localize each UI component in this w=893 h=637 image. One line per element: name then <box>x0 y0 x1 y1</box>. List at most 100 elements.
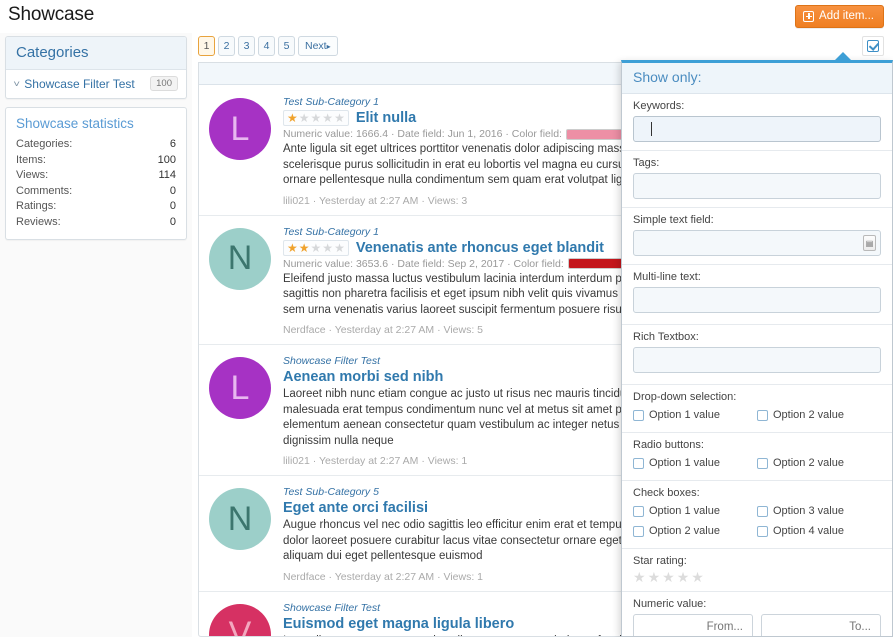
page-button-5[interactable]: 5 <box>278 36 295 56</box>
checkbox-checked-icon-button[interactable] <box>862 36 884 56</box>
option-label: Option 1 value <box>649 505 720 517</box>
filter-group-tags: Tags: <box>622 151 892 208</box>
item-numeric-field: Numeric value: 3653.6 · Date field: Sep … <box>283 257 564 270</box>
simple-text-input[interactable] <box>633 230 881 256</box>
multiline-input[interactable] <box>633 287 881 313</box>
list-picker-icon[interactable]: ▤ <box>863 235 876 251</box>
page-button-4[interactable]: 4 <box>258 36 275 56</box>
star-icon[interactable]: ★ <box>648 570 661 584</box>
stat-row: Items: 100 <box>16 153 176 169</box>
star-icon: ★ <box>310 240 322 255</box>
next-label: Next <box>305 40 327 52</box>
item-title[interactable]: Venenatis ante rhoncus eget blandit <box>356 240 604 256</box>
numeric-from-input[interactable] <box>633 614 753 636</box>
tags-input[interactable] <box>633 173 881 199</box>
checkboxes-label: Check boxes: <box>633 487 700 499</box>
checkbox-icon[interactable] <box>757 506 768 517</box>
chevron-down-icon: ˅ <box>13 78 21 89</box>
star-icon[interactable]: ★ <box>691 570 704 584</box>
flyout-heading: Show only: <box>622 63 892 94</box>
simple-text-input-wrap: ▤ <box>633 230 881 256</box>
stat-value: 6 <box>169 138 176 150</box>
checkbox-option[interactable]: Option 2 value <box>633 523 757 540</box>
star-rating-label: Star rating: <box>633 555 687 567</box>
keywords-input[interactable] <box>633 116 881 142</box>
avatar: N <box>209 227 271 290</box>
stat-row: Ratings: 0 <box>16 199 176 215</box>
stat-label: Reviews: <box>16 215 61 228</box>
sidebar-item-showcase-filter-test[interactable]: ˅ Showcase Filter Test 100 <box>6 70 186 98</box>
stat-value: 0 <box>169 200 176 212</box>
page-button-3[interactable]: 3 <box>238 36 255 56</box>
stat-row: Views: 114 <box>16 168 176 184</box>
option-label: Option 2 value <box>773 457 844 469</box>
filter-group-rich-textbox: Rich Textbox: <box>622 325 892 385</box>
item-title[interactable]: Aenean morbi sed nibh <box>283 369 443 385</box>
checkbox-icon[interactable] <box>757 410 768 421</box>
star-icon: ★ <box>322 111 334 125</box>
star-icon: ★ <box>298 240 310 255</box>
item-title[interactable]: Euismod eget magna ligula libero <box>283 616 514 632</box>
star-icon: ★ <box>287 111 298 125</box>
rich-textbox-label: Rich Textbox: <box>633 331 699 343</box>
star-icon[interactable]: ★ <box>677 570 690 584</box>
radio-option[interactable]: Option 1 value <box>633 455 757 472</box>
stat-label: Items: <box>16 153 46 166</box>
filter-group-checkboxes: Check boxes: Option 1 value Option 3 val… <box>622 481 892 549</box>
stat-label: Categories: <box>16 138 73 150</box>
star-icon: ★ <box>298 111 310 125</box>
star-icon: ★ <box>287 240 298 255</box>
star-icon[interactable]: ★ <box>633 570 646 584</box>
radio-option[interactable]: Option 2 value <box>757 455 881 472</box>
filter-group-dropdown: Drop-down selection: Option 1 value Opti… <box>622 385 892 433</box>
filter-group-numeric: Numeric value: <box>622 592 892 636</box>
star-icon: ★ <box>310 111 322 125</box>
page-button-2[interactable]: 2 <box>218 36 235 56</box>
numeric-to-input[interactable] <box>761 614 881 636</box>
app-window: Showcase Add item... Categories ˅ Showca… <box>0 0 893 637</box>
keywords-label: Keywords: <box>633 100 685 112</box>
tags-label: Tags: <box>633 157 660 169</box>
checkbox-icon[interactable] <box>633 410 644 421</box>
checkbox-icon[interactable] <box>757 458 768 469</box>
stat-value: 100 <box>157 153 176 166</box>
star-icon[interactable]: ★ <box>662 570 675 584</box>
rich-textbox-input[interactable] <box>633 347 881 373</box>
star-rating-input[interactable]: ★ ★ ★ ★ ★ <box>633 570 881 584</box>
checkbox-icon[interactable] <box>633 526 644 537</box>
checkbox-option[interactable]: Option 3 value <box>757 503 881 520</box>
add-item-button[interactable]: Add item... <box>795 5 884 28</box>
dropdown-option[interactable]: Option 2 value <box>757 407 881 424</box>
checkbox-options-row-1: Option 1 value Option 3 value <box>633 503 881 520</box>
filter-group-simple-text: Simple text field: ▤ <box>622 208 892 265</box>
checkbox-option[interactable]: Option 1 value <box>633 503 757 520</box>
filter-group-multiline: Multi-line text: <box>622 265 892 325</box>
keywords-input-wrap <box>633 116 881 142</box>
item-star-rating: ★ ★ ★ ★ ★ <box>283 110 349 126</box>
checkbox-option[interactable]: Option 4 value <box>757 523 881 540</box>
avatar: L <box>209 98 271 160</box>
dropdown-option[interactable]: Option 1 value <box>633 407 757 424</box>
item-title[interactable]: Eget ante orci facilisi <box>283 500 428 516</box>
stat-label: Views: <box>16 169 49 181</box>
categories-panel: Categories ˅ Showcase Filter Test 100 <box>5 36 187 99</box>
dropdown-options: Option 1 value Option 2 value <box>633 407 881 424</box>
stat-label: Ratings: <box>16 200 57 212</box>
categories-panel-heading: Categories <box>6 37 186 70</box>
star-icon: ★ <box>334 111 345 125</box>
stat-row: Comments: 0 <box>16 184 176 200</box>
plus-square-icon <box>803 10 815 22</box>
next-page-button[interactable]: Next▸ <box>298 36 338 56</box>
checkbox-checked-icon <box>867 40 879 52</box>
page-button-1[interactable]: 1 <box>198 36 215 56</box>
dropdown-label: Drop-down selection: <box>633 391 737 403</box>
multiline-label: Multi-line text: <box>633 271 701 283</box>
star-icon: ★ <box>334 240 345 255</box>
flyout-pointer-icon <box>834 52 852 61</box>
checkbox-icon[interactable] <box>633 506 644 517</box>
option-label: Option 1 value <box>649 457 720 469</box>
text-caret-icon <box>651 122 652 136</box>
item-title[interactable]: Elit nulla <box>356 110 416 126</box>
checkbox-icon[interactable] <box>757 526 768 537</box>
checkbox-icon[interactable] <box>633 458 644 469</box>
